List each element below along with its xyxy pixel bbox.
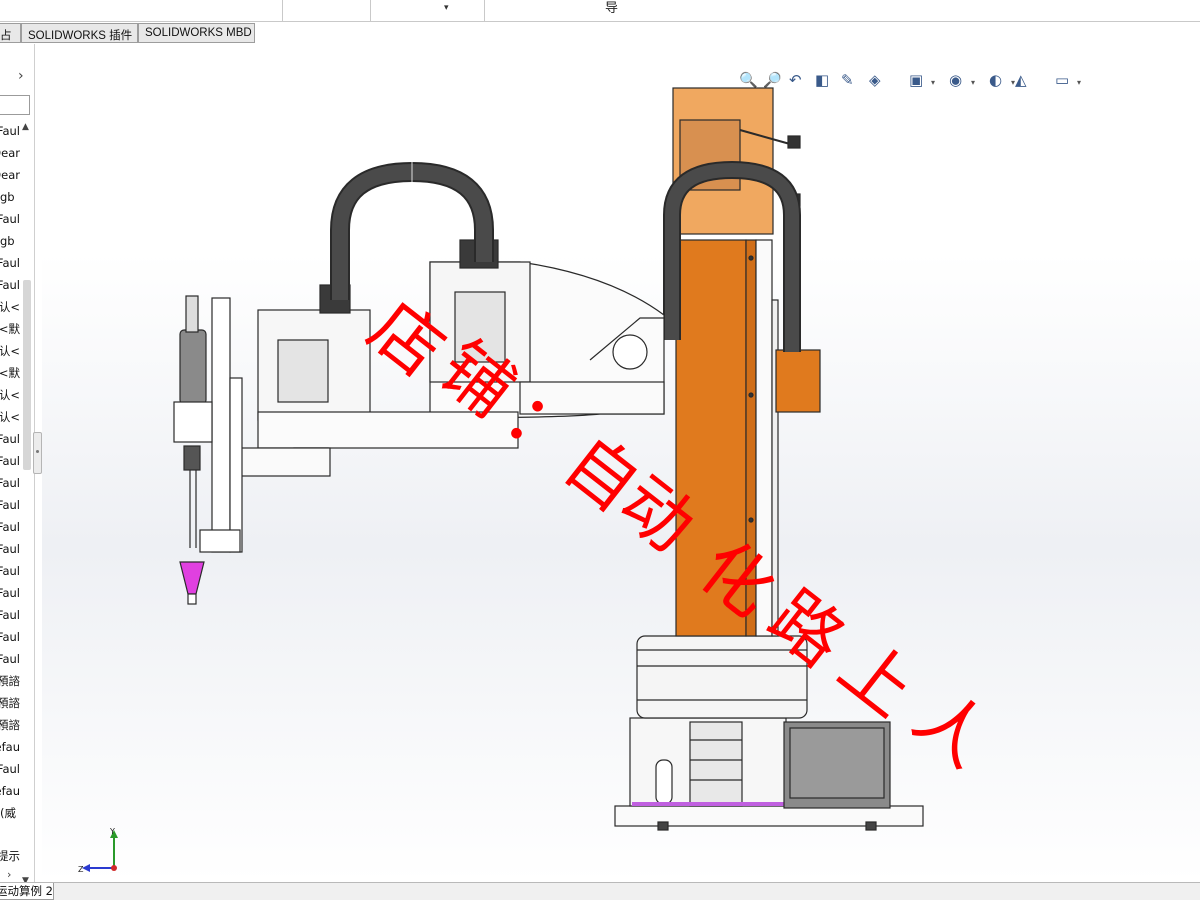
tree-item[interactable]: Faul: [0, 604, 20, 626]
tree-item-hint[interactable]: 提示: [0, 848, 20, 864]
forearm: [257, 411, 519, 449]
tree-item[interactable]: Faul: [0, 516, 20, 538]
tree-item[interactable]: Faul: [0, 538, 20, 560]
heads-up-view-toolbar: 🔍 🔎 ↶ ◧ ✎ ◈ ▣ ▾ ◉ ▾ ◐ ▾ ◭ ▭ ▾: [739, 71, 1099, 95]
tree-filter-input[interactable]: [0, 95, 30, 115]
tree-item[interactable]: Faul: [0, 560, 20, 582]
ribbon-separator: [282, 0, 283, 21]
view-settings-icon[interactable]: ▭: [1055, 71, 1077, 93]
scroll-up-icon[interactable]: ▲: [22, 122, 29, 132]
tree-item[interactable]: <默: [0, 318, 20, 340]
tree-scrollbar[interactable]: ▲ ▼: [21, 122, 33, 882]
tree-item[interactable]: efau: [0, 736, 20, 758]
coordinate-triad: Y Z: [78, 828, 118, 874]
tree-item[interactable]: Dear: [0, 164, 20, 186]
view-orientation-icon[interactable]: ◈: [869, 71, 891, 93]
tree-item[interactable]: Faul: [0, 450, 20, 472]
edit-appearance-icon[interactable]: ◐: [989, 71, 1011, 93]
tree-item[interactable]: Faul: [0, 758, 20, 780]
tree-item[interactable]: efau: [0, 780, 20, 802]
tree-item[interactable]: Faul: [0, 208, 20, 230]
feature-manager-tree: › FaulDearDeargbFaulgbFaulFaul认<<默认<<默认<…: [0, 44, 35, 882]
base-flange: [636, 635, 808, 719]
section-view-icon[interactable]: ◧: [815, 71, 837, 93]
tree-item[interactable]: Faul: [0, 252, 20, 274]
tab-motion-study-2[interactable]: 运动算例 2: [0, 883, 54, 900]
ribbon-dropdown-caret[interactable]: ▾: [444, 3, 449, 13]
tab-solidworks-mbd[interactable]: SOLIDWORKS MBD: [138, 23, 255, 43]
tree-item[interactable]: gb: [0, 186, 20, 208]
ribbon-separator: [484, 0, 485, 21]
bottom-tab-bar: 运动算例 2: [0, 882, 1200, 900]
tree-item[interactable]: Dear: [0, 142, 20, 164]
hide-show-items-icon[interactable]: ◉: [949, 71, 971, 93]
panel-collapse-handle[interactable]: [33, 432, 42, 474]
tree-item[interactable]: 认<: [0, 384, 20, 406]
tree-item[interactable]: Faul: [0, 274, 20, 296]
graphics-area[interactable]: 🔍 🔎 ↶ ◧ ✎ ◈ ▣ ▾ ◉ ▾ ◐ ▾ ◭ ▭ ▾ Y Z 店铺：自动化路上人: [42, 44, 1200, 882]
tree-item[interactable]: Faul: [0, 494, 20, 516]
ribbon-strip: ▾ 导: [0, 0, 1200, 22]
tab-evaluate[interactable]: 占: [0, 23, 21, 43]
tree-item[interactable]: Faul: [0, 120, 20, 142]
tree-bottom-arrow[interactable]: ›: [7, 868, 11, 881]
scroll-thumb[interactable]: [23, 280, 31, 470]
chevron-down-icon[interactable]: ▾: [931, 78, 935, 87]
tab-solidworks-addins[interactable]: SOLIDWORKS 插件: [21, 23, 138, 43]
tree-item[interactable]: (威: [0, 802, 20, 824]
tree-item[interactable]: 預諮: [0, 714, 20, 736]
ribbon-partial-label[interactable]: 导: [605, 0, 618, 16]
chevron-down-icon[interactable]: ▾: [1077, 78, 1081, 87]
tree-item[interactable]: 认<: [0, 340, 20, 362]
zoom-to-fit-icon[interactable]: 🔍: [739, 71, 761, 93]
zoom-to-area-icon[interactable]: 🔎: [763, 71, 785, 93]
display-style-icon[interactable]: ▣: [909, 71, 931, 93]
scara-robot-model[interactable]: [42, 44, 1200, 882]
tree-item[interactable]: gb: [0, 230, 20, 252]
tree-item[interactable]: Faul: [0, 648, 20, 670]
tree-item[interactable]: 預諮: [0, 670, 20, 692]
tree-item-list: FaulDearDeargbFaulgbFaulFaul认<<默认<<默认<认<…: [0, 120, 22, 824]
tree-item[interactable]: Faul: [0, 582, 20, 604]
tree-item[interactable]: 认<: [0, 296, 20, 318]
tree-item[interactable]: Faul: [0, 472, 20, 494]
tree-item[interactable]: Faul: [0, 626, 20, 648]
suction-nozzle: [179, 561, 205, 595]
tree-item[interactable]: <默: [0, 362, 20, 384]
apply-scene-icon[interactable]: ◭: [1015, 71, 1037, 93]
tree-item[interactable]: 預諮: [0, 692, 20, 714]
triad-z-label: Z: [78, 865, 84, 874]
orange-side-box: [775, 349, 821, 413]
triad-y-label: Y: [109, 828, 115, 836]
ribbon-separator: [370, 0, 371, 21]
dynamic-annotation-icon[interactable]: ✎: [841, 71, 863, 93]
chevron-down-icon[interactable]: ▾: [971, 78, 975, 87]
screwdriver-tool: [179, 329, 207, 405]
orange-column: [675, 239, 747, 637]
tree-expand-arrow[interactable]: ›: [18, 68, 24, 84]
tree-item[interactable]: Faul: [0, 428, 20, 450]
previous-view-icon[interactable]: ↶: [789, 71, 811, 93]
tree-item[interactable]: 认<: [0, 406, 20, 428]
command-manager-tabs: 占 SOLIDWORKS 插件 SOLIDWORKS MBD: [0, 22, 300, 44]
